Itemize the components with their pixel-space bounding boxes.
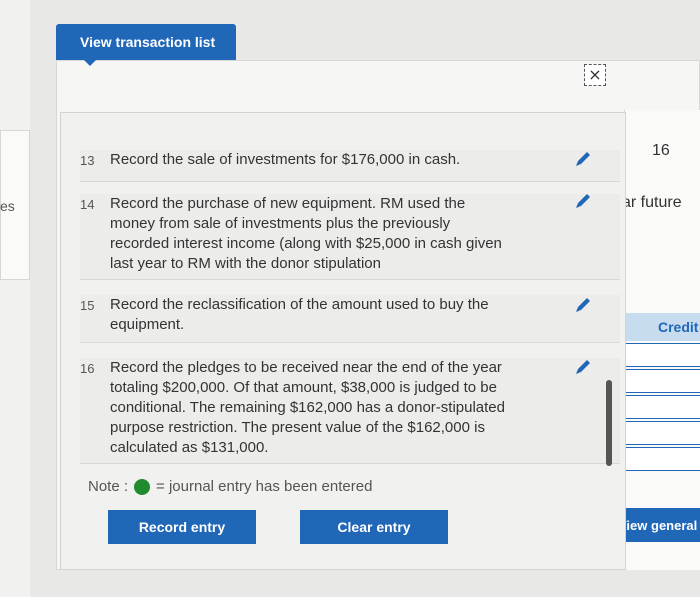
credit-column-header: Credit bbox=[624, 313, 700, 341]
credit-input[interactable] bbox=[624, 447, 700, 471]
credit-input[interactable] bbox=[624, 395, 700, 419]
background-transaction-number: 16 bbox=[652, 142, 670, 159]
background-left-label: es bbox=[0, 198, 15, 214]
view-transaction-list-button[interactable]: View transaction list bbox=[56, 24, 236, 66]
credit-input[interactable] bbox=[624, 343, 700, 367]
edit-pencil-icon[interactable] bbox=[574, 150, 592, 168]
transaction-number: 16 bbox=[80, 361, 95, 376]
scrollbar[interactable] bbox=[606, 380, 612, 466]
edit-pencil-icon[interactable] bbox=[574, 358, 592, 376]
transaction-number: 13 bbox=[80, 153, 95, 168]
note: Note : = journal entry has been entered bbox=[88, 478, 372, 495]
transaction-row: 14 Record the purchase of new equipment.… bbox=[80, 194, 620, 280]
close-icon[interactable]: × bbox=[584, 64, 606, 86]
edit-pencil-icon[interactable] bbox=[574, 192, 592, 210]
credit-input[interactable] bbox=[624, 369, 700, 393]
transaction-number: 14 bbox=[80, 197, 95, 212]
credit-input[interactable] bbox=[624, 421, 700, 445]
green-dot-icon bbox=[134, 478, 151, 495]
transaction-number: 15 bbox=[80, 298, 95, 313]
note-label: Note : bbox=[88, 478, 129, 495]
transaction-row: 15 Record the reclassification of the am… bbox=[80, 295, 620, 343]
clear-entry-button[interactable]: Clear entry bbox=[300, 510, 448, 544]
background-text-fragment: ar future bbox=[622, 194, 682, 211]
transaction-description: Record the reclassification of the amoun… bbox=[110, 296, 489, 333]
transaction-description: Record the sale of investments for $176,… bbox=[110, 151, 461, 168]
note-text: = journal entry has been entered bbox=[156, 478, 373, 495]
edit-pencil-icon[interactable] bbox=[574, 296, 592, 314]
transaction-row: 13 Record the sale of investments for $1… bbox=[80, 150, 620, 182]
transaction-row: 16 Record the pledges to be received nea… bbox=[80, 358, 620, 464]
transaction-description: Record the pledges to be received near t… bbox=[110, 359, 505, 456]
record-entry-button[interactable]: Record entry bbox=[108, 510, 256, 544]
background-left-strip bbox=[0, 0, 30, 597]
transaction-description: Record the purchase of new equipment. RM… bbox=[110, 195, 502, 272]
